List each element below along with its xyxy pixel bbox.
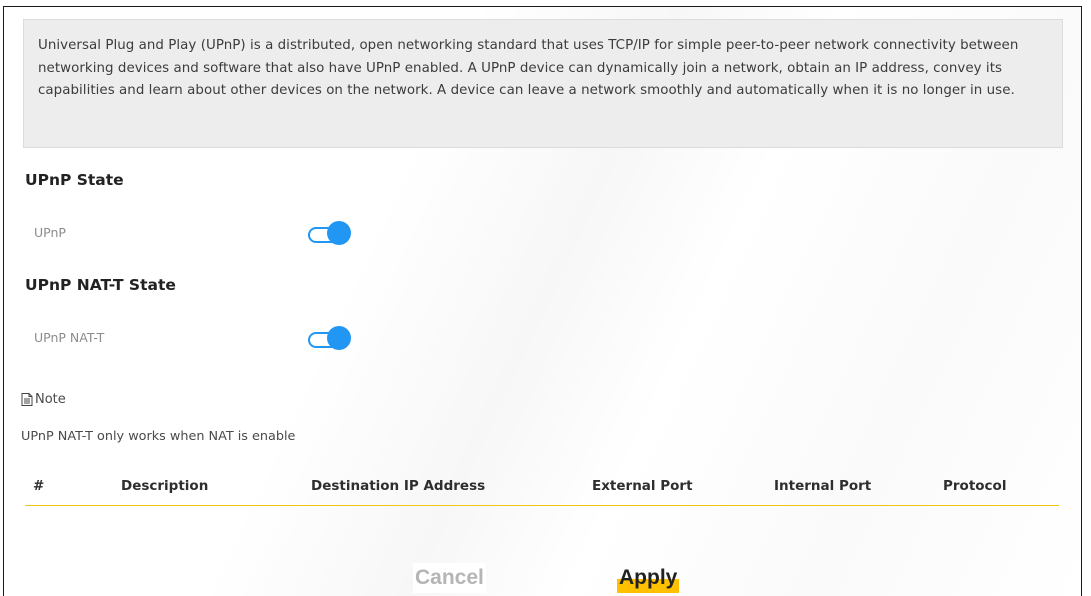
note-text: UPnP NAT-T only works when NAT is enable xyxy=(21,429,296,444)
upnp-nat-t-state-title: UPnP NAT-T State xyxy=(25,276,176,294)
upnp-settings-panel: Universal Plug and Play (UPnP) is a dist… xyxy=(3,6,1082,596)
upnp-nat-t-toggle[interactable] xyxy=(307,326,351,350)
upnp-mapping-table-header: # Description Destination IP Address Ext… xyxy=(25,470,1059,506)
intro-text: Universal Plug and Play (UPnP) is a dist… xyxy=(38,38,1019,98)
apply-button[interactable]: Apply xyxy=(617,563,680,593)
toggle-knob xyxy=(327,221,351,245)
column-header-destination-ip: Destination IP Address xyxy=(311,478,486,494)
upnp-toggle[interactable] xyxy=(307,221,351,245)
column-header-external-port: External Port xyxy=(592,478,693,494)
document-icon xyxy=(21,393,33,406)
column-header-number: # xyxy=(33,478,45,494)
column-header-description: Description xyxy=(121,478,209,494)
note-title: Note xyxy=(35,392,66,407)
intro-description-box: Universal Plug and Play (UPnP) is a dist… xyxy=(23,19,1063,148)
upnp-nat-t-label: UPnP NAT-T xyxy=(34,330,105,345)
upnp-state-title: UPnP State xyxy=(25,171,124,189)
column-header-internal-port: Internal Port xyxy=(774,478,872,494)
cancel-button[interactable]: Cancel xyxy=(413,563,486,593)
upnp-label: UPnP xyxy=(34,225,66,240)
toggle-knob xyxy=(327,326,351,350)
column-header-protocol: Protocol xyxy=(943,478,1007,494)
note-heading: Note xyxy=(21,392,66,407)
